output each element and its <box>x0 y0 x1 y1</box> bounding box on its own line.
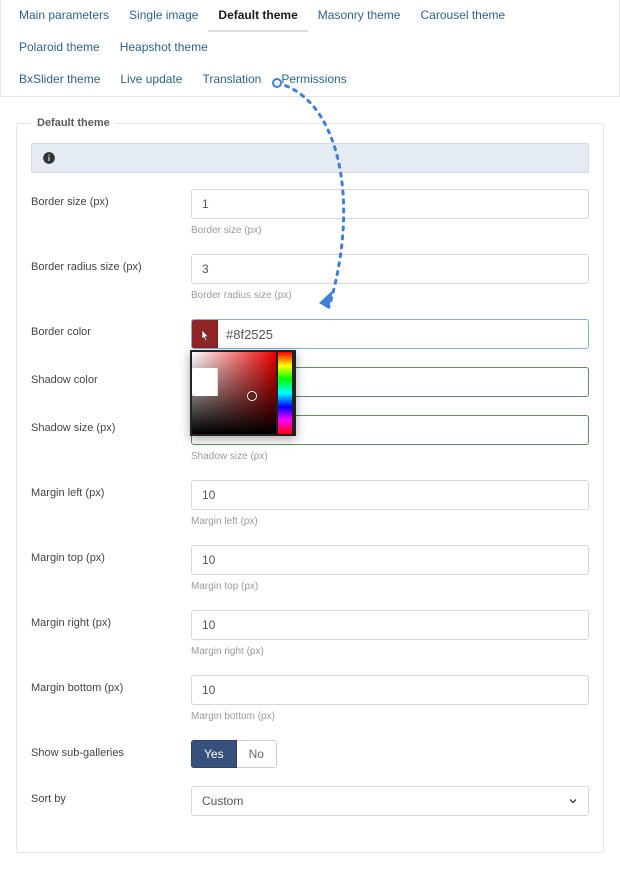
tab-single-image[interactable]: Single image <box>119 0 208 32</box>
input-border-color[interactable] <box>191 319 589 349</box>
default-theme-panel: Default theme Border size (px) Border si… <box>16 117 604 853</box>
tab-live-update[interactable]: Live update <box>110 64 192 96</box>
label-border-radius: Border radius size (px) <box>31 254 191 273</box>
input-border-size[interactable] <box>191 189 589 219</box>
info-icon <box>42 151 56 165</box>
select-sort-by[interactable]: Custom <box>191 786 589 816</box>
label-sort-by: Sort by <box>31 786 191 805</box>
btn-show-sub-yes[interactable]: Yes <box>191 740 237 768</box>
panel-title: Default theme <box>31 117 116 129</box>
tabs-row-2: BxSlider theme Live update Translation P… <box>9 64 611 96</box>
tab-translation[interactable]: Translation <box>192 64 271 96</box>
tab-bxslider-theme[interactable]: BxSlider theme <box>9 64 110 96</box>
info-bar <box>31 143 589 173</box>
tabs-bar: Main parameters Single image Default the… <box>0 0 620 97</box>
label-margin-right: Margin right (px) <box>31 610 191 629</box>
shadow-color-swatch[interactable] <box>192 368 218 396</box>
label-border-size: Border size (px) <box>31 189 191 208</box>
label-shadow-color: Shadow color <box>31 367 191 386</box>
label-show-sub: Show sub-galleries <box>31 740 191 759</box>
tab-carousel-theme[interactable]: Carousel theme <box>410 0 515 32</box>
hint-margin-left: Margin left (px) <box>191 516 589 527</box>
input-margin-right[interactable] <box>191 610 589 640</box>
tab-polaroid-theme[interactable]: Polaroid theme <box>9 32 110 64</box>
hint-shadow-size: Shadow size (px) <box>191 451 589 462</box>
btn-show-sub-no[interactable]: No <box>237 740 277 768</box>
input-border-color-text[interactable] <box>218 320 588 348</box>
content-area: Default theme Border size (px) Border si… <box>0 97 620 879</box>
hint-margin-right: Margin right (px) <box>191 646 589 657</box>
hint-border-size: Border size (px) <box>191 225 589 236</box>
label-margin-left: Margin left (px) <box>31 480 191 499</box>
toggle-show-sub: Yes No <box>191 740 277 768</box>
tab-default-theme[interactable]: Default theme <box>208 0 307 32</box>
label-margin-bottom: Margin bottom (px) <box>31 675 191 694</box>
input-margin-bottom[interactable] <box>191 675 589 705</box>
hint-margin-bottom: Margin bottom (px) <box>191 711 589 722</box>
pointer-cursor-icon <box>198 328 212 344</box>
border-color-swatch[interactable] <box>192 320 218 348</box>
input-margin-top[interactable] <box>191 545 589 575</box>
color-picker-hue[interactable] <box>278 352 292 434</box>
label-margin-top: Margin top (px) <box>31 545 191 564</box>
label-shadow-size: Shadow size (px) <box>31 415 191 434</box>
tab-masonry-theme[interactable]: Masonry theme <box>308 0 411 32</box>
label-border-color: Border color <box>31 319 191 338</box>
tab-main-parameters[interactable]: Main parameters <box>9 0 119 32</box>
tabs-row-1: Main parameters Single image Default the… <box>9 0 611 64</box>
hint-border-radius: Border radius size (px) <box>191 290 589 301</box>
tab-heapshot-theme[interactable]: Heapshot theme <box>110 32 218 64</box>
tab-permissions[interactable]: Permissions <box>271 64 356 96</box>
hint-margin-top: Margin top (px) <box>191 581 589 592</box>
input-border-radius[interactable] <box>191 254 589 284</box>
input-margin-left[interactable] <box>191 480 589 510</box>
